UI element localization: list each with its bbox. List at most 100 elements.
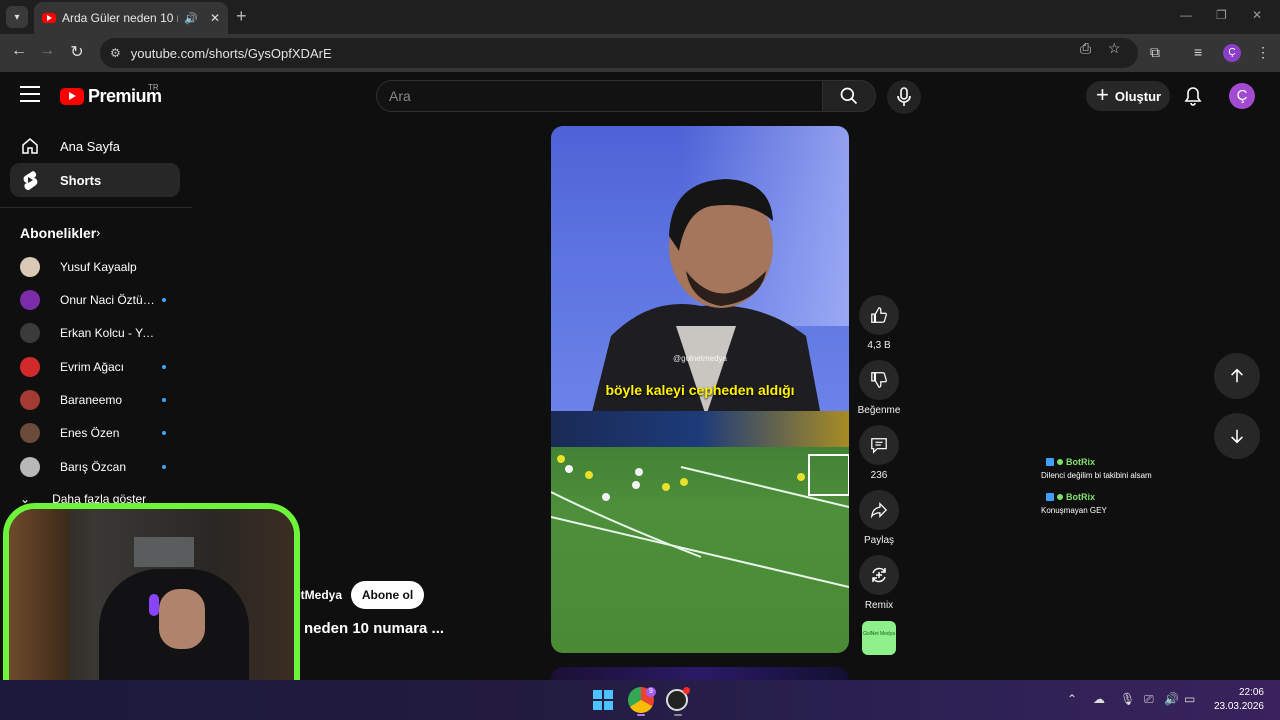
verified-badge-icon (1057, 494, 1063, 500)
subscriptions-heading[interactable]: Abonelikler (20, 225, 96, 241)
browser-tab-active[interactable]: Arda Güler neden 10 numara 🔊 ✕ (34, 2, 228, 34)
subscription-item[interactable]: Baraneemo (20, 389, 170, 411)
subscription-item[interactable]: Barış Özcan (20, 456, 170, 478)
shorts-video-player[interactable]: @golnetmedya böyle kaleyi cepheden aldığ… (551, 126, 849, 653)
shorts-icon (20, 170, 40, 190)
microphone-tray-icon[interactable]: 🎙 (1120, 692, 1135, 706)
remix-button[interactable] (859, 555, 899, 595)
browser-profile-avatar[interactable]: Ç (1223, 44, 1241, 62)
previous-short-button[interactable] (1214, 353, 1260, 399)
speaker-silhouette (591, 179, 821, 416)
pitch-markings (551, 454, 849, 588)
site-info-icon[interactable]: ⚙ (110, 46, 121, 60)
url-text[interactable]: youtube.com/shorts/GysOpfXDArE (131, 46, 332, 61)
install-app-icon[interactable]: ⎙ (1080, 40, 1091, 57)
browser-toolbar: ← → ↻ ⚙ youtube.com/shorts/GysOpfXDArE ⎙… (0, 34, 1280, 72)
subscription-item[interactable]: Yusuf Kayaalp (20, 256, 170, 278)
youtube-header: Premium TR + Oluştur Ç (0, 72, 1280, 122)
create-button[interactable]: + Oluştur (1086, 81, 1170, 111)
taskbar-date[interactable]: 23.03.2026 (1210, 701, 1264, 712)
subscribe-button[interactable]: Abone ol (351, 581, 424, 609)
short-title[interactable]: r neden 10 numara ... (294, 620, 444, 637)
youtube-favicon-icon (42, 13, 56, 23)
subscription-item[interactable]: Onur Naci Öztürk... (20, 289, 170, 311)
next-short-button[interactable] (1214, 413, 1260, 459)
new-content-dot (162, 398, 166, 402)
new-tab-button[interactable]: + (236, 6, 247, 27)
headphone-light (149, 594, 159, 616)
sidebar-divider (0, 207, 192, 208)
sound-thumbnail[interactable]: GolNet Medya (862, 621, 896, 655)
sidebar-item-home[interactable]: Ana Sayfa (10, 129, 180, 163)
search-icon (840, 87, 858, 105)
account-avatar[interactable]: Ç (1229, 83, 1255, 109)
webcam-picture-frame (134, 537, 194, 567)
comments-button[interactable] (859, 425, 899, 465)
remix-label: Remix (864, 600, 894, 611)
verified-badge-icon (1057, 459, 1063, 465)
channel-name: Onur Naci Öztürk... (60, 293, 158, 307)
forward-button[interactable]: → (36, 42, 58, 60)
streamer-face (159, 589, 205, 649)
sidebar-item-shorts[interactable]: Shorts (10, 163, 180, 197)
arrow-down-icon (1231, 429, 1243, 444)
close-window-button[interactable]: ✕ (1252, 8, 1262, 22)
volume-icon[interactable]: 🔊 (1164, 692, 1179, 706)
subscription-item[interactable]: Erkan Kolcu - YouT... (20, 322, 170, 344)
like-count: 4,3 B (867, 340, 891, 351)
bookmark-star-icon[interactable]: ☆ (1108, 40, 1121, 57)
new-content-dot (162, 298, 166, 302)
tab-search-button[interactable]: ▾ (6, 6, 28, 28)
speaker-icon[interactable]: 🔊 (184, 12, 198, 25)
chevron-right-icon[interactable]: › (96, 225, 100, 240)
obs-running-indicator (674, 714, 682, 716)
address-bar[interactable]: ⚙ youtube.com/shorts/GysOpfXDArE (100, 38, 1138, 68)
share-button[interactable] (859, 490, 899, 530)
chat-user-label: BotRix (1066, 492, 1095, 502)
recording-dot (683, 687, 690, 694)
browser-menu-icon[interactable]: ⋮ (1256, 44, 1270, 61)
like-button[interactable] (859, 295, 899, 335)
share-label: Paylaş (863, 535, 894, 546)
close-tab-icon[interactable]: ✕ (210, 11, 220, 25)
create-label: Oluştur (1114, 88, 1162, 104)
dislike-button[interactable] (859, 360, 899, 400)
voice-search-button[interactable] (887, 80, 921, 114)
channel-avatar (20, 290, 40, 310)
channel-name: Yusuf Kayaalp (60, 260, 137, 274)
notifications-bell-icon[interactable] (1184, 86, 1202, 111)
channel-name[interactable]: etMedya (294, 588, 342, 602)
cloud-icon[interactable]: ☁ (1093, 692, 1105, 706)
minimize-window-button[interactable]: — (1180, 8, 1192, 22)
back-button[interactable]: ← (8, 42, 30, 60)
browser-tab-bar: ▾ Arda Güler neden 10 numara 🔊 ✕ + — ❐ ✕ (0, 0, 1280, 34)
reload-button[interactable]: ↻ (66, 42, 88, 62)
search-button[interactable] (822, 80, 876, 112)
subscription-item[interactable]: Evrim Ağacı (20, 356, 170, 378)
channel-avatar (20, 323, 40, 343)
search-input[interactable] (389, 88, 822, 104)
video-subtitle: böyle kaleyi cepheden aldığı (605, 382, 795, 398)
youtube-logo-icon (60, 88, 84, 105)
battery-icon[interactable]: ▭ (1184, 692, 1195, 706)
taskbar-time[interactable]: 22:06 (1218, 687, 1264, 698)
windows-start-icon[interactable] (593, 690, 613, 710)
share-arrow-icon (870, 502, 888, 519)
region-code: TR (148, 83, 159, 92)
subscription-item[interactable]: Enes Özen (20, 422, 170, 444)
chevron-up-icon[interactable]: ⌃ (1067, 692, 1077, 706)
stadium-ad-board (551, 411, 849, 447)
menu-icon[interactable] (20, 86, 40, 102)
search-field[interactable] (376, 80, 823, 112)
bot-badge-icon (1046, 458, 1054, 466)
microphone-icon (897, 87, 911, 106)
next-short-preview (551, 667, 849, 680)
channel-name: Enes Özen (60, 426, 120, 440)
channel-avatar (20, 423, 40, 443)
network-icon[interactable]: ⎚ (1144, 692, 1154, 707)
youtube-premium-logo[interactable]: Premium (60, 86, 162, 107)
extensions-icon[interactable]: ⧉ (1150, 44, 1160, 61)
media-controls-icon[interactable]: ≡ (1194, 44, 1202, 60)
maximize-window-button[interactable]: ❐ (1216, 8, 1227, 22)
chrome-active-indicator (637, 714, 645, 716)
